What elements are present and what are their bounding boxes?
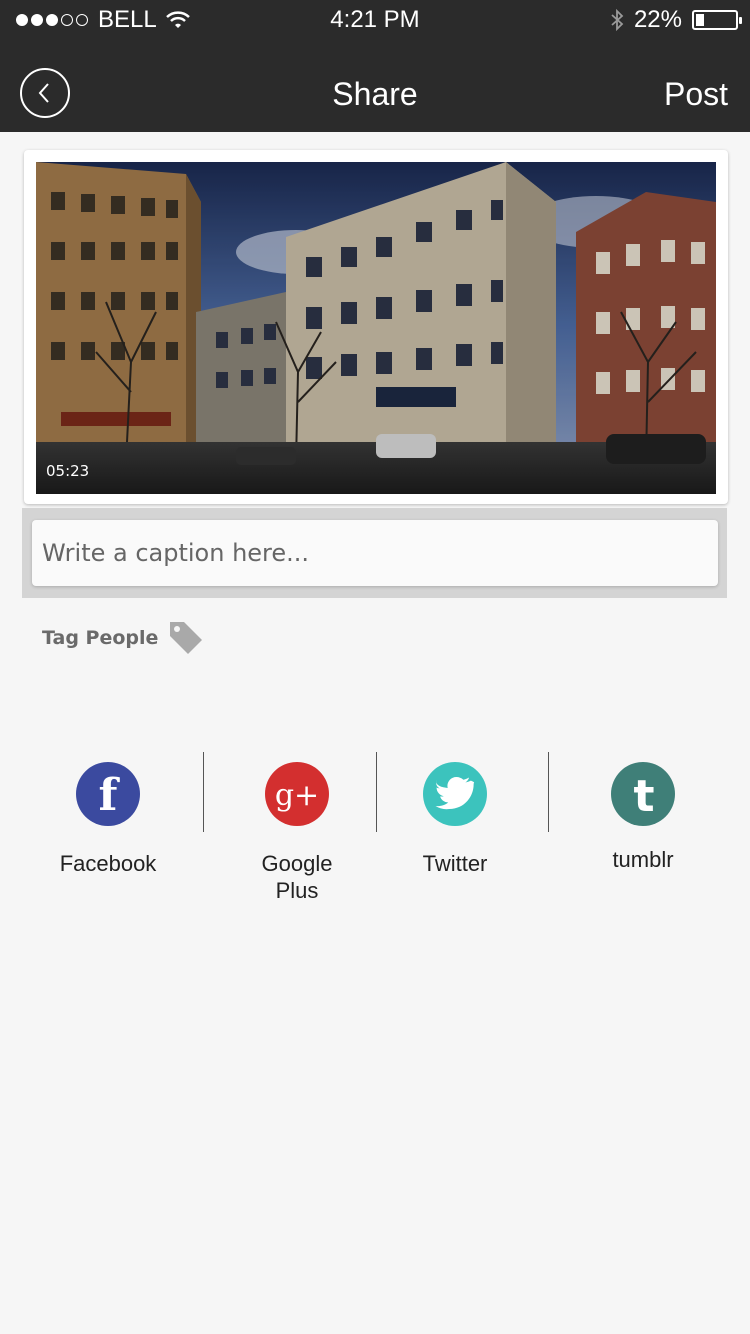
share-options: f Facebook g+ Google Plus Twitter t tumb… [0, 750, 750, 920]
twitter-icon [423, 762, 487, 826]
svg-text:t: t [633, 771, 654, 822]
bluetooth-icon [611, 8, 624, 32]
facebook-icon: f [76, 762, 140, 826]
tumblr-icon: t [611, 762, 675, 826]
caption-container [22, 508, 727, 598]
battery-percent: 22% [633, 6, 682, 33]
google-plus-icon: g+ [265, 762, 329, 826]
share-tumblr-label: tumblr [612, 847, 674, 872]
status-bar: BELL 4:21 PM 22% [0, 0, 750, 40]
svg-text:g+: g+ [275, 778, 319, 813]
share-tumblr[interactable]: t tumblr [581, 762, 705, 873]
video-thumbnail[interactable]: 05:23 [36, 162, 716, 494]
nav-bar: Share Post [0, 40, 750, 132]
media-preview-card: 05:23 [24, 150, 728, 504]
divider [376, 752, 377, 832]
share-twitter-label: Twitter [422, 851, 488, 876]
svg-text:f: f [99, 770, 121, 821]
tag-people-button[interactable]: Tag People [42, 618, 206, 658]
video-thumbnail-image [36, 162, 716, 494]
tag-people-label: Tag People [42, 627, 159, 649]
share-google-plus[interactable]: g+ Google Plus [235, 762, 359, 904]
share-facebook[interactable]: f Facebook [46, 762, 170, 877]
post-button[interactable]: Post [664, 76, 728, 113]
share-facebook-label: Facebook [59, 851, 157, 876]
battery-icon [692, 10, 742, 30]
caption-input[interactable] [32, 520, 718, 586]
divider [548, 752, 549, 832]
share-google-plus-label: Google Plus [261, 851, 333, 903]
tag-icon [170, 622, 203, 654]
share-twitter[interactable]: Twitter [393, 762, 517, 877]
page-title: Share [332, 76, 418, 112]
status-right: 22% [610, 6, 742, 34]
divider [203, 752, 204, 832]
video-duration: 05:23 [46, 462, 90, 480]
